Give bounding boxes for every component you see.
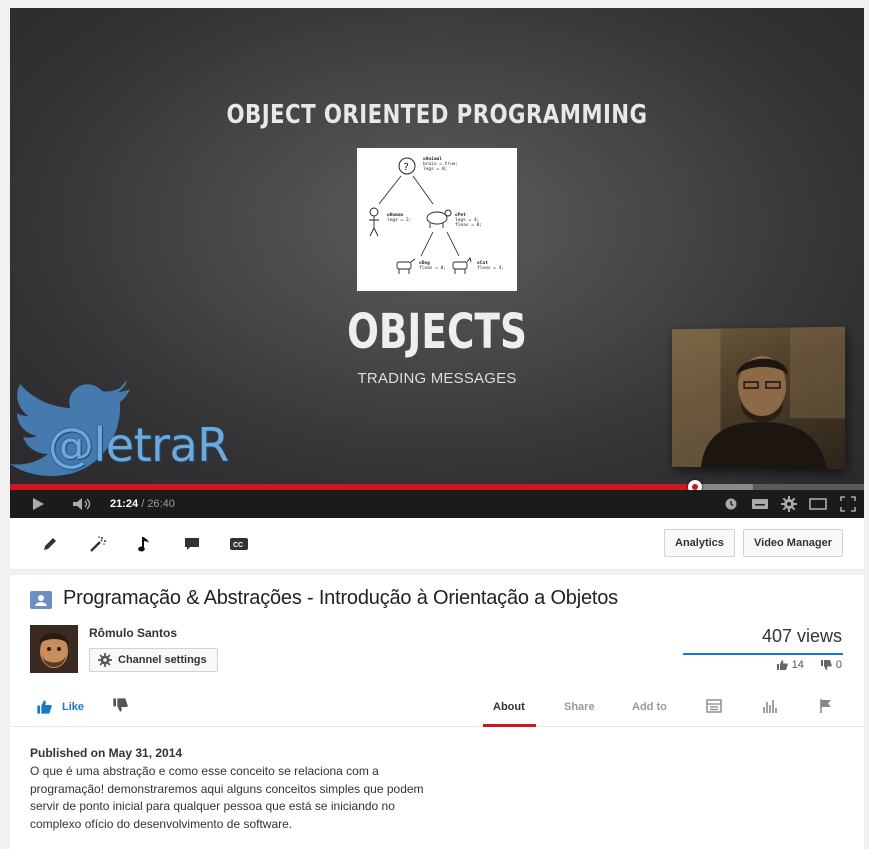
like-counts: 14 0	[776, 659, 842, 671]
avatar[interactable]	[30, 625, 78, 673]
gear-icon	[98, 653, 112, 667]
annotations-icon	[185, 538, 199, 550]
time-display: 21:24 / 26:40	[110, 498, 175, 510]
svg-text:?: ?	[404, 162, 409, 173]
like-count: 14	[791, 659, 804, 671]
class-diagram: ? oAnimal brain = true; legs = 0; oHuman…	[357, 148, 517, 291]
video-title: Programação & Abstrações - Introdução à …	[63, 587, 618, 609]
play-button[interactable]	[24, 490, 52, 518]
thumbs-down-icon	[820, 660, 832, 670]
twitter-handle-watermark: @letraR	[48, 418, 229, 472]
channel-settings-label: Channel settings	[118, 654, 207, 666]
channel-owner-name[interactable]: Rômulo Santos	[89, 626, 177, 640]
analytics-button[interactable]: Analytics	[664, 529, 735, 557]
presenter-image	[672, 326, 846, 470]
action-row: Like About Share Add to	[10, 689, 864, 727]
svg-text:fleas = 4;: fleas = 4;	[477, 265, 504, 271]
active-tab-indicator	[483, 724, 536, 727]
audio-button[interactable]	[131, 530, 159, 558]
svg-text:CC: CC	[233, 542, 243, 549]
fullscreen-icon	[840, 496, 856, 512]
thumbs-down-icon	[113, 698, 128, 712]
svg-text:fleas = 0;: fleas = 0;	[455, 222, 482, 228]
dislike-count: 0	[835, 659, 842, 671]
tab-add-to[interactable]: Add to	[632, 701, 667, 713]
channel-settings-button[interactable]: Channel settings	[89, 648, 218, 672]
statistics-button[interactable]	[762, 698, 778, 719]
subtitles-icon	[752, 499, 768, 509]
annotations-button[interactable]	[178, 530, 206, 558]
flag-icon	[820, 699, 831, 713]
video-player[interactable]: OBJECT ORIENTED PROGRAMMING ? oAnimal br…	[10, 8, 864, 518]
captions-icon: CC	[230, 538, 248, 550]
enhancements-icon	[90, 536, 106, 552]
slide-title: OBJECT ORIENTED PROGRAMMING	[226, 100, 648, 130]
player-size-button[interactable]	[806, 490, 830, 518]
edit-icon	[44, 538, 56, 550]
audio-icon	[138, 537, 149, 552]
enhancements-button[interactable]	[84, 530, 112, 558]
page: OBJECT ORIENTED PROGRAMMING ? oAnimal br…	[0, 0, 869, 849]
slide-heading: OBJECTS	[347, 304, 527, 360]
tab-about[interactable]: About	[493, 701, 525, 713]
settings-button[interactable]	[777, 490, 801, 518]
statistics-icon	[763, 700, 777, 713]
size-icon	[809, 498, 827, 510]
publish-date: Published on May 31, 2014	[30, 746, 183, 760]
player-controls: 21:24 / 26:40	[10, 490, 864, 518]
dislike-button[interactable]	[112, 697, 128, 718]
time-separator: /	[138, 498, 148, 510]
svg-text:legs = 2;: legs = 2;	[387, 217, 411, 223]
fullscreen-button[interactable]	[836, 490, 860, 518]
current-time: 21:24	[110, 498, 139, 510]
creator-toolbar: CC Analytics Video Manager	[10, 518, 864, 570]
view-count: 407 views	[761, 626, 842, 646]
tab-share[interactable]: Share	[564, 701, 595, 713]
video-manager-button[interactable]: Video Manager	[743, 529, 844, 557]
like-label: Like	[62, 701, 85, 713]
transcript-icon	[706, 699, 722, 713]
settings-icon	[781, 496, 797, 512]
video-privacy-icon	[30, 591, 52, 609]
video-description: O que é uma abstração e como esse concei…	[30, 764, 424, 831]
svg-text:fleas = 8;: fleas = 8;	[419, 265, 446, 271]
like-button[interactable]: Like	[36, 699, 84, 715]
volume-button[interactable]	[68, 490, 96, 518]
volume-icon	[73, 498, 91, 510]
transcript-button[interactable]	[706, 698, 722, 719]
captions-button[interactable]: CC	[225, 530, 253, 558]
thumbs-up-icon	[37, 700, 52, 714]
play-icon	[33, 498, 44, 510]
webcam-overlay	[672, 326, 846, 470]
subtitles-button[interactable]	[748, 490, 772, 518]
edit-button[interactable]	[36, 530, 64, 558]
duration: 26:40	[147, 498, 175, 510]
like-ratio-bar	[683, 653, 843, 655]
svg-text:legs = 0;: legs = 0;	[423, 166, 447, 172]
report-button[interactable]	[818, 698, 834, 719]
watch-later-button[interactable]	[720, 490, 742, 518]
video-info-panel: Programação & Abstrações - Introdução à …	[10, 575, 864, 849]
thumbs-up-icon	[776, 660, 788, 670]
watch-later-icon	[725, 498, 737, 510]
video-frame[interactable]: OBJECT ORIENTED PROGRAMMING ? oAnimal br…	[10, 8, 864, 484]
